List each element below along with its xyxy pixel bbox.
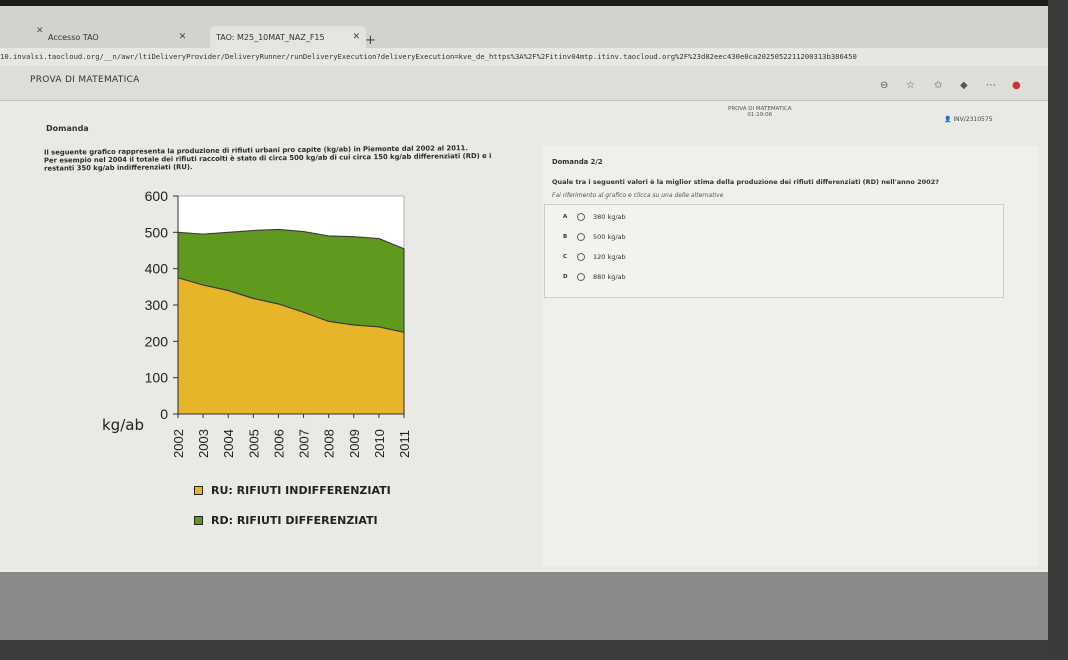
x-tick-label: 2009 bbox=[347, 429, 362, 458]
x-tick-label: 2004 bbox=[221, 429, 236, 458]
x-tick-label: 2008 bbox=[322, 429, 337, 458]
x-tick-label: 2002 bbox=[171, 429, 186, 458]
y-tick-label: 600 bbox=[145, 188, 169, 204]
y-tick-label: 400 bbox=[145, 261, 169, 277]
legend-label: RU: RIFIUTI INDIFFERENZIATI bbox=[211, 484, 391, 497]
legend-rd: RD: RIFIUTI DIFFERENZIATI bbox=[194, 514, 378, 527]
monitor-edge bbox=[1048, 0, 1068, 660]
x-tick-label: 2010 bbox=[372, 429, 387, 458]
x-tick-label: 2007 bbox=[297, 429, 312, 458]
legend-label: RD: RIFIUTI DIFFERENZIATI bbox=[211, 514, 378, 527]
x-tick-label: 2011 bbox=[397, 430, 412, 458]
y-tick-label: 100 bbox=[145, 370, 169, 386]
waste-area-chart: 0 100 200 300 400 500 600 2002 2003 2004 2005 2006 2… bbox=[145, 188, 412, 458]
x-tick-label: 2006 bbox=[271, 429, 286, 458]
y-tick-label: 300 bbox=[145, 297, 169, 313]
y-tick-label: 200 bbox=[145, 333, 169, 349]
x-tick-label: 2003 bbox=[196, 429, 211, 458]
legend-swatch-rd bbox=[194, 516, 203, 525]
monitor-bezel bbox=[0, 640, 1068, 660]
legend-ru: RU: RIFIUTI INDIFFERENZIATI bbox=[194, 484, 391, 497]
x-tick-label: 2005 bbox=[246, 429, 261, 458]
y-tick-label: 0 bbox=[160, 406, 168, 422]
y-tick-label: 500 bbox=[145, 224, 169, 240]
legend-swatch-ru bbox=[194, 486, 203, 495]
y-axis-unit-label: kg/ab bbox=[102, 416, 144, 434]
